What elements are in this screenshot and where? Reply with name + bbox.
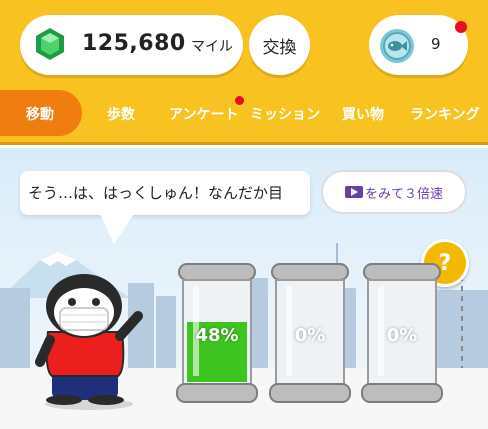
tab-ranking[interactable]: ランキング <box>410 104 480 124</box>
penguin-character <box>35 274 143 410</box>
tab-move-label: 移動 <box>26 107 54 123</box>
tab-bar: 移動 歩数 アンケート ミッション 買い物 ランキング <box>0 88 488 145</box>
watch-video-speed-button[interactable]: をみて３倍速 <box>321 170 467 214</box>
tab-move[interactable]: 移動 <box>0 90 82 136</box>
tab-steps[interactable]: 歩数 <box>107 104 135 124</box>
miles-unit: マイル <box>191 39 233 55</box>
speech-text: そう…は、はっくしゅん！なんだか目 <box>28 184 284 202</box>
jar-percent-label: 48% <box>195 325 239 346</box>
fish-coin-icon <box>380 29 414 63</box>
video-icon <box>344 186 363 198</box>
tab-shopping[interactable]: 買い物 <box>342 104 384 124</box>
speech-bubble-tail <box>100 214 134 244</box>
speed-button-label: をみて３倍速 <box>364 186 443 202</box>
speech-bubble: そう…は、はっくしゅん！なんだか目 <box>20 171 310 215</box>
jar-percent-label: 0% <box>294 325 326 346</box>
top-header: 125,680 マイル 交換 9 <box>0 0 488 88</box>
survey-badge <box>235 96 244 105</box>
miles-balance[interactable]: 125,680 マイル <box>20 15 243 75</box>
gem-icon <box>36 28 64 60</box>
tickets-count: 9 <box>431 35 441 53</box>
exchange-button[interactable]: 交換 <box>249 15 310 75</box>
tab-missions[interactable]: ミッション <box>250 104 320 124</box>
notification-dot <box>455 21 467 33</box>
tickets-balance[interactable]: 9 <box>369 15 468 75</box>
travel-scene: そう…は、はっくしゅん！なんだか目 をみて３倍速 ? 48% 0% 0% <box>0 148 488 429</box>
jar-percent-label: 0% <box>386 325 418 346</box>
miles-value: 125,680 <box>82 31 186 56</box>
tab-survey[interactable]: アンケート <box>169 104 238 124</box>
